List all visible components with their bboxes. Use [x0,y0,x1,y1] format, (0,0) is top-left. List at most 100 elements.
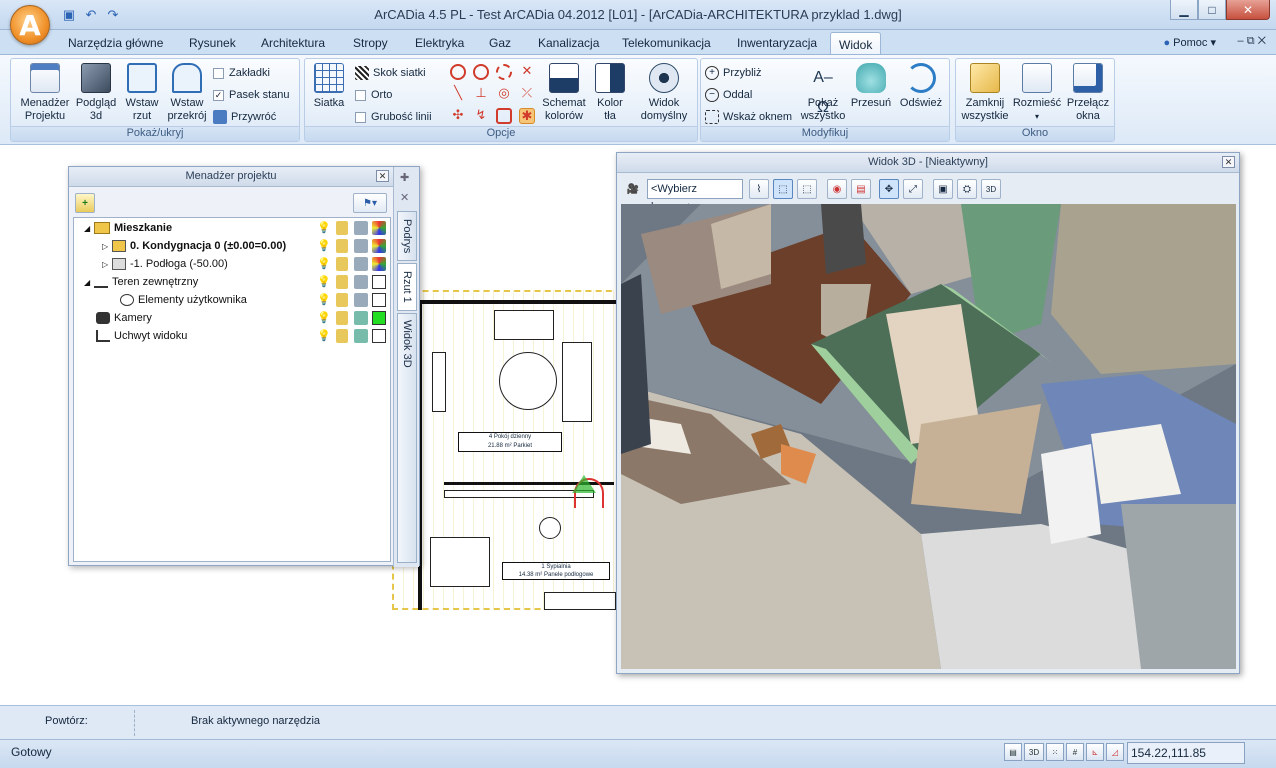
snap-nearest-icon[interactable]: ⤫ [519,86,535,102]
add-level-button[interactable]: + [75,193,95,213]
snap-line-icon[interactable]: ╲ [450,86,466,102]
pin-icon[interactable]: ✚ [400,171,409,184]
orbit-button[interactable]: ✥ [879,179,899,199]
filter-dropdown-button[interactable]: ⚑▾ [353,193,387,213]
kolor-tla-button[interactable]: Kolor tła [590,63,630,123]
print-icon[interactable] [354,275,368,289]
tab-widok-3d[interactable]: Widok 3D [397,313,417,563]
color-icon[interactable] [372,239,386,253]
perspective-button[interactable]: ⬚ [773,179,793,199]
color-swatch[interactable] [372,293,386,307]
walk-button[interactable]: ⤢ [903,179,923,199]
mdi-controls[interactable]: – ⧉ ✕ [1238,35,1266,48]
przesun-button[interactable]: Przesuń [849,63,893,110]
print-icon[interactable] [354,293,368,307]
eraser-icon[interactable] [354,311,368,325]
siatka-button[interactable]: Siatka [309,63,349,110]
pasek-stanu-checkbox[interactable]: ✓ Pasek stanu [213,86,290,104]
grubosc-check-box[interactable] [355,111,366,123]
pasek-stanu-check-box[interactable]: ✓ [213,89,224,101]
camera-select[interactable]: <Wybierz kamerę> [647,179,743,213]
snap-endpoint-icon[interactable] [496,108,512,124]
status-layer-icon[interactable]: ▤ [1004,743,1022,761]
orto-check-box[interactable] [355,89,366,101]
color-swatch[interactable] [372,275,386,289]
snap-tangent-icon[interactable]: ◎ [496,86,512,102]
snap-circle-icon[interactable] [450,64,466,80]
help-menu[interactable]: ● Pomoc ▾ [1163,36,1216,49]
visibility-bulb-icon[interactable]: 💡 [317,221,331,235]
color-icon[interactable] [372,257,386,271]
snap-midpoint-icon[interactable]: ✣ [450,108,466,124]
przybliz-button[interactable]: + Przybliż [705,64,762,82]
snap-center-icon[interactable] [473,64,489,80]
expand-icon[interactable]: ◢ [84,278,94,287]
tab-podrys[interactable]: Podrys [397,211,417,261]
tab-architektura[interactable]: Architektura [253,34,333,52]
visibility-bulb-icon[interactable]: 💡 [317,257,331,271]
snap-intersection-icon[interactable]: ✕ [519,64,535,80]
visibility-bulb-icon[interactable]: 💡 [317,239,331,253]
tab-rzut-1[interactable]: Rzut 1 [397,263,417,311]
lock-icon[interactable] [336,239,348,253]
view-3d-close-button[interactable]: ✕ [1222,156,1235,168]
minimize-button[interactable]: ▁ [1170,0,1198,20]
maximize-button[interactable]: □ [1198,0,1226,20]
close-button[interactable]: ✕ [1226,0,1270,20]
przelacz-okna-button[interactable]: Przełącz okna [1062,63,1114,123]
visibility-bulb-icon[interactable]: 💡 [317,293,331,307]
tree-item-kamery[interactable]: Kamery [96,309,152,327]
visibility-bulb-icon[interactable]: 💡 [317,275,331,289]
status-snap-icon[interactable]: ⁙ [1046,743,1064,761]
color-icon[interactable] [372,221,386,235]
project-manager-close-button[interactable]: ✕ [376,170,389,182]
render-button[interactable]: ▣ [933,179,953,199]
tab-narzedzia-glowne[interactable]: Narzędzia główne [60,34,171,52]
tree-item-podloga[interactable]: ▷ -1. Podłoga (-50.00) [102,255,228,273]
expand-icon[interactable]: ◢ [84,224,94,233]
zakladki-checkbox[interactable]: Zakładki [213,64,270,82]
tab-widok[interactable]: Widok [830,32,882,54]
snap-node-icon[interactable]: ↯ [473,108,489,124]
color-swatch[interactable] [372,329,386,343]
status-ortho-icon[interactable]: ⊾ [1086,743,1104,761]
tree-item-uchwyt[interactable]: Uchwyt widoku [96,327,187,345]
przywroc-button[interactable]: Przywróć [213,108,276,126]
snap-perpendicular-icon[interactable]: ⊥ [473,86,489,102]
print-icon[interactable] [354,221,368,235]
snap-all-icon[interactable]: ✱ [519,108,535,124]
zamknij-wszystkie-button[interactable]: Zamknij wszystkie [958,63,1012,123]
podglad-3d-button[interactable]: Podgląd 3d [73,63,119,123]
orto-checkbox[interactable]: Orto [355,86,392,104]
zakladki-check-box[interactable] [213,67,224,79]
skok-siatki-button[interactable]: Skok siatki [355,64,426,82]
expand-icon[interactable]: ▷ [102,260,112,269]
grubosc-linii-checkbox[interactable]: Grubość linii [355,108,432,126]
expand-icon[interactable]: ▷ [102,242,112,251]
snap-quadrant-icon[interactable] [496,64,512,80]
widok-domyslny-button[interactable]: Widok domyślny [635,63,693,123]
tab-rysunek[interactable]: Rysunek [181,34,244,52]
eraser-icon[interactable] [354,329,368,343]
tab-stropy[interactable]: Stropy [345,34,396,52]
menadzer-projektu-button[interactable]: Menadżer Projektu [15,63,75,123]
camera-settings-button[interactable]: ⌇ [749,179,769,199]
print-icon[interactable] [354,239,368,253]
status-osnap-icon[interactable]: ◿ [1106,743,1124,761]
oddal-button[interactable]: − Oddal [705,86,752,104]
color-swatch-green[interactable] [372,311,386,325]
lock-icon[interactable] [336,221,348,235]
tab-kanalizacja[interactable]: Kanalizacja [530,34,607,52]
tree-item-teren[interactable]: ◢ Teren zewnętrzny [84,273,198,291]
close-icon[interactable]: ✕ [400,191,409,204]
wall-texture-button[interactable]: ▤ [851,179,871,199]
wskaz-oknem-button[interactable]: Wskaż oknem [705,108,792,126]
wstaw-rzut-button[interactable]: Wstaw rzut [119,63,165,123]
color-wheel-button[interactable]: ◉ [827,179,847,199]
tab-gaz[interactable]: Gaz [481,34,519,52]
print-icon[interactable] [354,257,368,271]
odswiez-button[interactable]: Odśwież [897,63,945,110]
view-3d-render[interactable] [621,204,1236,669]
camera-icon[interactable]: 🎥 [623,179,643,199]
visibility-bulb-icon[interactable]: 💡 [317,311,331,325]
